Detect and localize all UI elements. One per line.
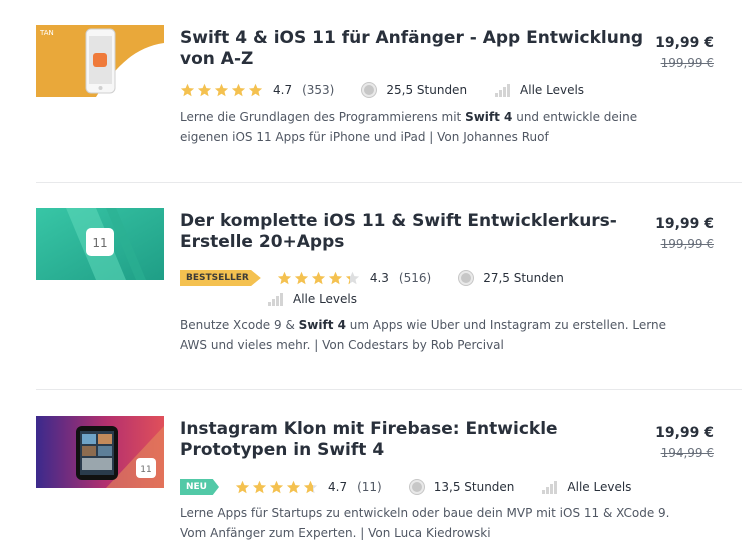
course-3-thumbnail-image: 11 xyxy=(36,416,164,488)
course-author[interactable]: | Von Luca Kiedrowski xyxy=(356,526,490,540)
desc-text: Benutze Xcode 9 & xyxy=(180,318,299,332)
course-title[interactable]: Swift 4 & iOS 11 für Anfänger - App Entw… xyxy=(180,28,650,70)
course-duration: 27,5 Stunden xyxy=(483,271,564,285)
course-2-thumbnail-image: 11 xyxy=(36,208,164,280)
clock-icon xyxy=(409,480,424,494)
level-bars-icon xyxy=(542,480,558,494)
price-current: 19,99 € xyxy=(655,216,714,232)
course-thumbnail[interactable]: 11 xyxy=(36,416,164,488)
star-icon xyxy=(231,83,246,98)
price-original: 199,99 € xyxy=(660,237,714,251)
course-price: 19,99 € 199,99 € xyxy=(624,215,714,252)
level-bars-icon xyxy=(495,83,511,97)
course-author[interactable]: | Von Codestars by Rob Percival xyxy=(310,338,504,352)
desc-bold: Swift 4 xyxy=(465,110,513,124)
course-meta: NEU 4.7 (11) 13,5 Stunden Alle Levels xyxy=(180,478,631,496)
level-bars-icon xyxy=(268,292,284,306)
course-price: 19,99 € 199,99 € xyxy=(624,34,714,71)
course-duration: 13,5 Stunden xyxy=(433,480,515,494)
star-icon xyxy=(303,480,318,495)
rating-value: 4.7 xyxy=(328,480,348,494)
rating-stars xyxy=(235,480,318,495)
star-icon xyxy=(180,83,195,98)
course-description: Lerne Apps für Startups zu entwickeln od… xyxy=(180,503,680,543)
thumb-badge-text: 11 xyxy=(92,236,107,250)
price-original: 199,99 € xyxy=(660,56,714,70)
course-level: Alle Levels xyxy=(567,480,632,494)
rating-stars xyxy=(277,271,360,286)
rating-value: 4.7 xyxy=(273,83,293,97)
star-icon xyxy=(214,83,229,98)
rating-count: (11) xyxy=(357,480,382,494)
course-1-thumbnail-image: TAN xyxy=(36,25,164,97)
divider xyxy=(36,182,742,183)
thumb-badge-text: 11 xyxy=(140,465,151,475)
course-description: Benutze Xcode 9 & Swift 4 um Apps wie Ub… xyxy=(180,315,680,355)
course-level: Alle Levels xyxy=(293,292,358,306)
divider xyxy=(36,389,742,390)
star-icon xyxy=(235,480,250,495)
star-icon xyxy=(197,83,212,98)
price-original: 194,99 € xyxy=(660,446,714,460)
svg-text:TAN: TAN xyxy=(39,29,54,37)
course-duration: 25,5 Stunden xyxy=(386,83,468,97)
price-current: 19,99 € xyxy=(655,425,714,441)
course-title[interactable]: Instagram Klon mit Firebase: Entwickle P… xyxy=(180,419,650,461)
star-icon xyxy=(328,271,343,286)
star-icon xyxy=(248,83,263,98)
price-current: 19,99 € xyxy=(655,35,714,51)
rating-value: 4.3 xyxy=(369,271,389,285)
course-description: Lerne die Grundlagen des Programmierens … xyxy=(180,107,680,147)
course-meta: 4.7 (353) 25,5 Stunden Alle Levels xyxy=(180,81,584,99)
star-icon xyxy=(294,271,309,286)
desc-bold: Swift 4 xyxy=(298,318,346,332)
star-icon xyxy=(277,271,292,286)
course-thumbnail[interactable]: 11 xyxy=(36,208,164,280)
clock-icon xyxy=(362,83,377,97)
star-icon xyxy=(311,271,326,286)
course-level: Alle Levels xyxy=(520,83,585,97)
star-icon xyxy=(252,480,267,495)
desc-text: Lerne die Grundlagen des Programmierens … xyxy=(180,110,466,124)
course-meta: BESTSELLER 4.3 (516) 27,5 Stunden xyxy=(180,269,592,287)
course-meta-level: Alle Levels xyxy=(268,290,357,308)
star-icon xyxy=(345,271,360,286)
course-thumbnail[interactable]: TAN xyxy=(36,25,164,97)
bestseller-badge: BESTSELLER xyxy=(180,270,261,286)
course-title[interactable]: Der komplette iOS 11 & Swift Entwicklerk… xyxy=(180,211,650,253)
course-price: 19,99 € 194,99 € xyxy=(624,424,714,461)
rating-count: (516) xyxy=(398,271,432,285)
rating-count: (353) xyxy=(302,83,335,97)
rating-stars xyxy=(180,83,263,98)
star-icon xyxy=(286,480,301,495)
clock-icon xyxy=(459,271,474,285)
star-icon xyxy=(269,480,284,495)
new-badge: NEU xyxy=(180,479,219,495)
course-author[interactable]: | Von Johannes Ruof xyxy=(425,130,548,144)
